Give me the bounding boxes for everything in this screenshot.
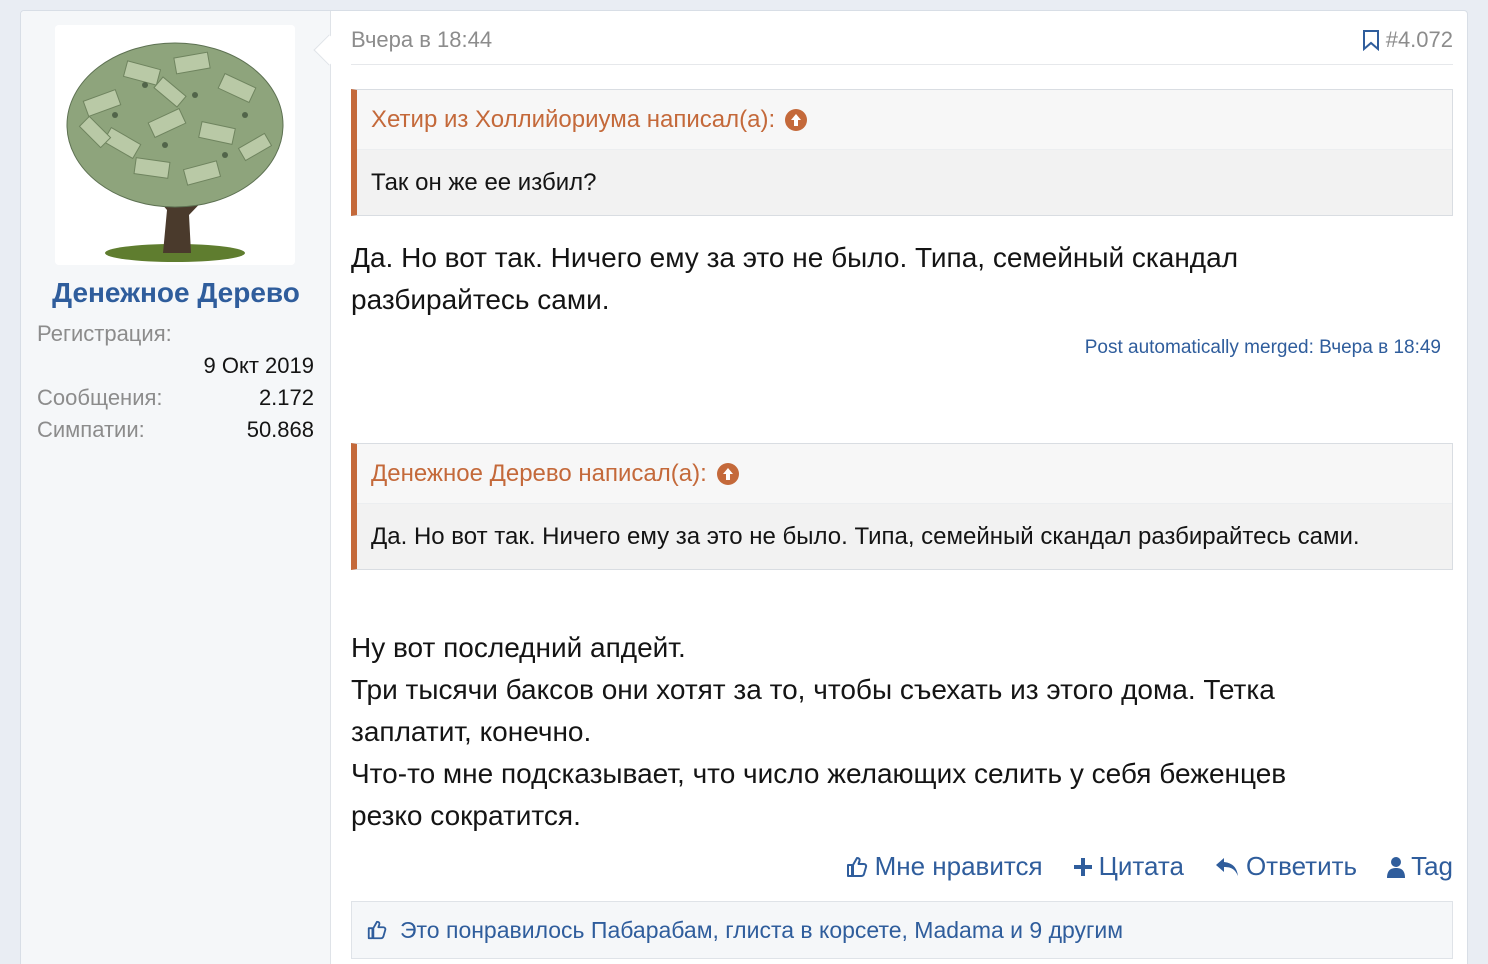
text-line: Ну вот последний апдейт. [351, 632, 686, 663]
text-line: разбирайтесь сами. [351, 284, 610, 315]
post-main: Вчера в 18:44 #4.072 Хетир из Холлийориу… [351, 11, 1453, 964]
likes-summary: Это понравилось Пабарабам, глиста в корс… [351, 901, 1453, 959]
post-actions: Мне нравится Цитата Ответить Tag [845, 851, 1453, 882]
text-line: резко сократится. [351, 800, 581, 831]
quote-header[interactable]: Хетир из Холлийориума написал(а): [357, 90, 1452, 150]
arrow-up-circle-icon[interactable] [785, 108, 808, 131]
thumbs-up-icon [846, 856, 867, 877]
username[interactable]: Денежное Дерево [21, 277, 331, 309]
post-date[interactable]: Вчера в 18:44 [351, 27, 492, 53]
likes-summary-text[interactable]: Это понравилось Пабарабам, глиста в корс… [400, 917, 1123, 944]
tag-button[interactable]: Tag [1387, 851, 1453, 882]
text-line: Да. Но вот так. Ничего ему за это не был… [351, 242, 1239, 273]
messages-value: 2.172 [258, 385, 314, 410]
user-icon [1387, 856, 1406, 878]
reply-icon [1215, 857, 1238, 876]
merged-note: Post automatically merged: Вчера в 18:49 [1084, 337, 1441, 358]
arrow-up-circle-icon[interactable] [716, 462, 739, 485]
like-button[interactable]: Мне нравится [845, 851, 1043, 882]
likes-count-value: 50.868 [246, 417, 314, 442]
money-tree-avatar-image [55, 25, 295, 265]
quote-block-1: Хетир из Холлийориума написал(а): Так он… [351, 89, 1453, 216]
text-line: Три тысячи баксов они хотят за то, чтобы… [351, 674, 1275, 705]
registration-value: 9 Окт 2019 [203, 353, 314, 378]
plus-icon [1073, 857, 1092, 876]
messages-label: Сообщения: [37, 385, 163, 410]
reply-label: Ответить [1245, 851, 1358, 881]
post-container: Денежное Дерево Регистрация: 9 Окт 2019 … [20, 10, 1468, 964]
post-text-2: Ну вот последний апдейт. Три тысячи бакс… [351, 627, 1441, 837]
quote-author[interactable]: Хетир из Холлийориума написал(а): [371, 106, 775, 134]
thumbs-up-icon [367, 920, 387, 940]
quote-label: Цитата [1098, 851, 1184, 881]
avatar[interactable] [55, 25, 295, 265]
likes-count-label: Симпатии: [37, 417, 145, 442]
post-text-1: Да. Но вот так. Ничего ему за это не был… [351, 237, 1441, 321]
quote-button[interactable]: Цитата [1073, 851, 1184, 882]
like-label: Мне нравится [874, 851, 1043, 881]
registration-label: Регистрация: [37, 321, 172, 346]
text-line: заплатит, конечно. [351, 716, 592, 747]
bookmark-icon[interactable] [1362, 29, 1380, 51]
quote-block-2: Денежное Дерево написал(а): Да. Но вот т… [351, 443, 1453, 570]
quote-text: Да. Но вот так. Ничего ему за это не был… [357, 504, 1452, 569]
post-header: Вчера в 18:44 #4.072 [351, 27, 1453, 65]
tag-label: Tag [1411, 851, 1453, 881]
user-panel: Денежное Дерево Регистрация: 9 Окт 2019 … [21, 11, 331, 964]
post-number-link[interactable]: #4.072 [1362, 27, 1453, 53]
reply-button[interactable]: Ответить [1214, 851, 1357, 882]
quote-author[interactable]: Денежное Дерево написал(а): [371, 460, 707, 488]
text-line: Что-то мне подсказывает, что число желаю… [351, 758, 1287, 789]
quote-text: Так он же ее избил? [357, 150, 1452, 215]
quote-header[interactable]: Денежное Дерево написал(а): [357, 444, 1452, 504]
post-number: #4.072 [1385, 27, 1453, 52]
